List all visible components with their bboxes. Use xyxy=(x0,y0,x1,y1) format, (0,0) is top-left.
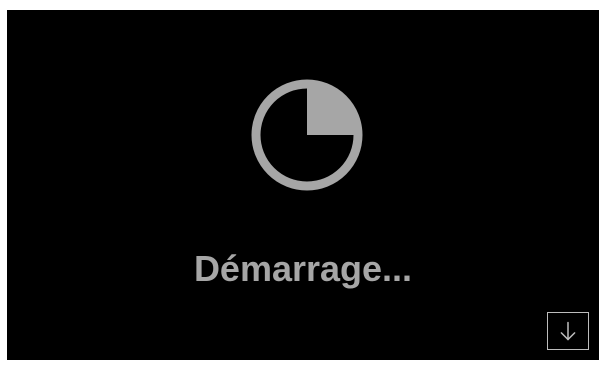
status-label: Démarrage... xyxy=(193,248,413,289)
scroll-down-button[interactable] xyxy=(547,312,589,350)
arrow-down-icon xyxy=(560,321,576,341)
progress-wedge xyxy=(307,84,358,135)
pie-progress-icon xyxy=(251,79,363,191)
screen: Démarrage... xyxy=(7,10,599,360)
